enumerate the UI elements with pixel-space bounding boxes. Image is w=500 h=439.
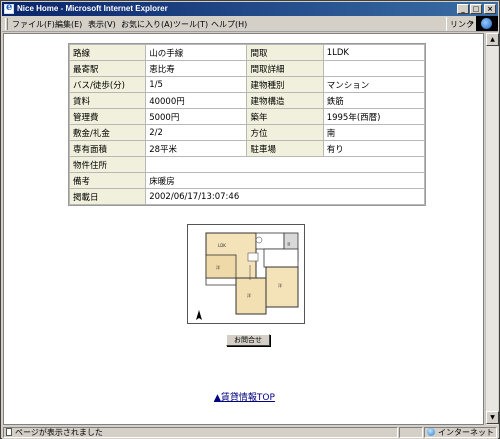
minimize-button[interactable]: _ [457,4,469,14]
label-address: 物件住所 [70,157,146,172]
triangle-up-icon: ▲ [214,393,221,403]
label-bus-walk: バス/徒歩(分) [70,77,146,92]
status-message: ページが表示されました [15,428,103,437]
table-row: 敷金/礼金 2/2 方位 南 [70,125,424,140]
menu-tools[interactable]: ツール(T) [173,19,208,30]
back-to-rental-top-link[interactable]: ▲賃貸情報TOP [214,390,275,403]
property-details-table: 路線 山の手線 間取 1LDK 最寄駅 恵比寿 間取詳細 バス/徒歩(分) 1/… [68,43,426,206]
label-parking: 駐車場 [247,141,323,156]
label-floor-area: 専有面積 [70,141,146,156]
floor-plan-drawing: LDK 洋 洋 洋 浴 [205,232,299,315]
svg-text:浴: 浴 [287,241,291,246]
maximize-button[interactable]: □ [470,4,482,14]
table-row: 路線 山の手線 間取 1LDK [70,45,424,60]
label-orientation: 方位 [247,125,323,140]
menu-view[interactable]: 表示(V) [88,19,116,30]
label-nearest-station: 最寄駅 [70,61,146,76]
title-bar: Nice Home - Microsoft Internet Explorer … [2,2,498,16]
svg-text:洋: 洋 [247,292,251,298]
north-arrow-icon [195,310,203,322]
page-content: 路線 山の手線 間取 1LDK 最寄駅 恵比寿 間取詳細 バス/徒歩(分) 1/… [3,33,484,425]
close-button[interactable]: × [484,4,496,14]
value-management-fee: 5000円 [146,109,247,124]
back-to-rental-top-label: 賃貸情報TOP [220,393,275,403]
table-row: 物件住所 [70,157,424,172]
status-zone-pane: インターネット [424,427,497,438]
status-zone: インターネット [438,428,494,437]
value-layout: 1LDK [323,45,424,60]
svg-text:洋: 洋 [216,264,220,270]
menu-favorites[interactable]: お気に入り(A) [121,19,173,30]
status-message-pane: ページが表示されました [3,427,398,438]
window-title: Nice Home - Microsoft Internet Explorer [17,4,168,13]
value-orientation: 南 [323,125,424,140]
label-layout-detail: 間取詳細 [247,61,323,76]
label-layout: 間取 [247,45,323,60]
browser-window: Nice Home - Microsoft Internet Explorer … [0,0,500,439]
value-notes: 床暖房 [146,173,424,188]
value-structure: 鉄筋 [323,93,424,108]
value-route: 山の手線 [146,45,247,60]
value-floor-area: 28平米 [146,141,247,156]
value-bus-walk: 1/5 [146,77,247,92]
label-posted-date: 掲載日 [70,189,146,204]
table-row: 専有面積 28平米 駐車場 有り [70,141,424,156]
value-rent: 40000円 [146,93,247,108]
chevron-right-icon[interactable]: » [469,18,474,27]
label-year-built: 築年 [247,109,323,124]
menu-bar: ファイル(F) 編集(E) 表示(V) お気に入り(A) ツール(T) ヘルプ(… [2,16,498,32]
value-parking: 有り [323,141,424,156]
horizontal-divider [61,373,436,374]
value-nearest-station: 恵比寿 [146,61,247,76]
label-structure: 建物構造 [247,93,323,108]
toolbar-grip[interactable] [5,18,8,30]
status-pane-empty-1 [399,427,423,438]
ie-logo-icon [476,16,498,31]
label-management-fee: 管理費 [70,109,146,124]
scroll-down-icon[interactable]: ▼ [486,411,499,424]
inquiry-button[interactable]: お問合せ [226,334,270,346]
menu-help[interactable]: ヘルプ(H) [211,19,247,30]
ie-app-icon[interactable] [4,2,14,14]
value-building-type: マンション [323,77,424,92]
menu-file[interactable]: ファイル(F) [12,19,55,30]
value-deposit-key: 2/2 [146,125,247,140]
svg-text:LDK: LDK [218,243,226,248]
vertical-scrollbar[interactable]: ▲ ▼ [485,33,499,425]
globe-icon [427,428,435,436]
label-route: 路線 [70,45,146,60]
svg-text:洋: 洋 [278,282,282,288]
value-year-built: 1995年(西暦) [323,109,424,124]
value-layout-detail [323,61,424,76]
table-row: 賃料 40000円 建物構造 鉄筋 [70,93,424,108]
value-posted-date: 2002/06/17/13:07:46 [146,189,424,204]
value-address [146,157,424,172]
label-building-type: 建物種別 [247,77,323,92]
page-icon [6,428,12,436]
label-deposit-key: 敷金/礼金 [70,125,146,140]
label-notes: 備考 [70,173,146,188]
table-row: バス/徒歩(分) 1/5 建物種別 マンション [70,77,424,92]
menu-edit[interactable]: 編集(E) [55,19,82,30]
scroll-up-icon[interactable]: ▲ [486,33,499,46]
floor-plan-image: LDK 洋 洋 洋 浴 [187,224,305,324]
table-row: 最寄駅 恵比寿 間取詳細 [70,61,424,76]
status-bar: ページが表示されました インターネット [2,426,498,439]
table-row: 備考 床暖房 [70,173,424,188]
table-row: 管理費 5000円 築年 1995年(西暦) [70,109,424,124]
table-row: 掲載日 2002/06/17/13:07:46 [70,189,424,204]
label-rent: 賃料 [70,93,146,108]
